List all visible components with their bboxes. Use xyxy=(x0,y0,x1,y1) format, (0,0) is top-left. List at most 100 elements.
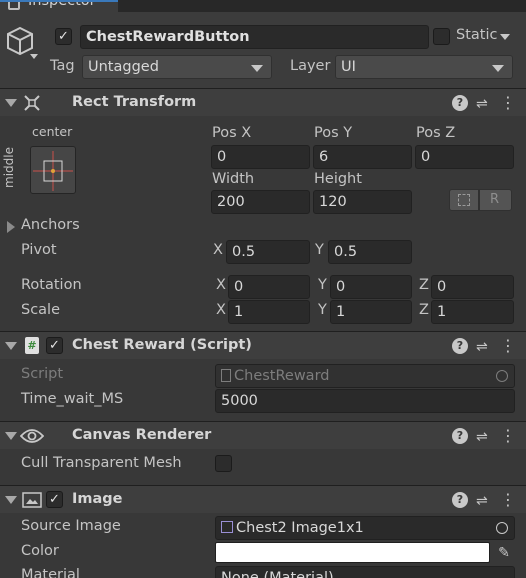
layer-chevron-down-icon xyxy=(492,65,504,72)
color-label: Color xyxy=(21,543,59,559)
rotation-x-input[interactable]: 0 xyxy=(228,275,310,299)
inspector-tab[interactable]: Inspector xyxy=(0,0,118,12)
pos-z-input[interactable]: 0 xyxy=(415,145,514,169)
chest-reward-foldout-icon[interactable] xyxy=(5,342,17,350)
chest-reward-header[interactable]: # ✓ Chest Reward (Script) ? ⇌ ⋮ xyxy=(0,331,526,359)
static-dropdown-arrow-icon[interactable] xyxy=(500,34,510,40)
anchors-foldout-icon[interactable] xyxy=(7,221,15,233)
pos-y-input[interactable]: 6 xyxy=(313,145,412,169)
scale-z-input[interactable]: 1 xyxy=(431,300,514,324)
more-menu-icon[interactable]: ⋮ xyxy=(500,95,516,111)
presets-icon[interactable]: ⇌ xyxy=(476,429,488,445)
script-label: Script xyxy=(21,366,64,382)
chest-reward-enabled-checkbox[interactable]: ✓ xyxy=(46,337,63,354)
more-menu-icon[interactable]: ⋮ xyxy=(500,492,516,508)
canvas-renderer-foldout-icon[interactable] xyxy=(5,432,17,440)
pivot-label: Pivot xyxy=(21,242,57,258)
inspector-icon xyxy=(8,2,20,10)
gameobject-cube-icon xyxy=(7,26,33,56)
chest-reward-header-icons: ? ⇌ ⋮ xyxy=(452,338,516,356)
script-file-icon xyxy=(221,369,231,382)
help-icon[interactable]: ? xyxy=(452,428,468,444)
blueprint-icon xyxy=(458,194,470,206)
script-value: ChestReward xyxy=(234,368,330,384)
material-label: Material xyxy=(21,567,80,578)
layer-label: Layer xyxy=(290,58,331,74)
image-title: Image xyxy=(72,491,123,507)
canvas-renderer-header[interactable]: Canvas Renderer ? ⇌ ⋮ xyxy=(0,421,526,449)
pos-x-label: Pos X xyxy=(212,125,252,141)
scale-label: Scale xyxy=(21,302,61,318)
scale-x-input[interactable]: 1 xyxy=(228,300,310,324)
pivot-y-input[interactable]: 0.5 xyxy=(328,240,412,264)
rotation-z-input[interactable]: 0 xyxy=(431,275,514,299)
help-icon[interactable]: ? xyxy=(452,492,468,508)
static-checkbox[interactable] xyxy=(433,28,450,45)
rotation-label: Rotation xyxy=(21,277,82,293)
anchor-horizontal-label: center xyxy=(32,124,73,139)
rotation-x-label: X xyxy=(216,277,226,293)
time-wait-input[interactable]: 5000 xyxy=(215,389,515,413)
pos-y-label: Pos Y xyxy=(314,125,353,141)
height-label: Height xyxy=(314,171,362,187)
help-icon[interactable]: ? xyxy=(452,338,468,354)
pivot-y-label: Y xyxy=(315,242,324,258)
inspector-tab-bar: Inspector xyxy=(0,0,526,12)
gameobject-name-input[interactable]: ChestRewardButton xyxy=(80,25,429,49)
blueprint-mode-button[interactable] xyxy=(449,189,479,211)
tag-dropdown[interactable]: Untagged xyxy=(82,55,272,79)
image-enabled-checkbox[interactable]: ✓ xyxy=(46,491,63,508)
width-label: Width xyxy=(212,171,255,187)
pos-z-label: Pos Z xyxy=(416,125,456,141)
raw-edit-label: R xyxy=(490,192,500,207)
script-object-field: ChestReward xyxy=(215,364,515,388)
pos-x-input[interactable]: 0 xyxy=(211,145,310,169)
canvas-renderer-title: Canvas Renderer xyxy=(72,427,212,443)
presets-icon[interactable]: ⇌ xyxy=(476,96,488,112)
more-menu-icon[interactable]: ⋮ xyxy=(500,428,516,444)
scale-x-label: X xyxy=(216,302,226,318)
cull-transparent-label: Cull Transparent Mesh xyxy=(21,455,182,471)
tag-value: Untagged xyxy=(88,59,159,75)
presets-icon[interactable]: ⇌ xyxy=(476,493,488,509)
layer-value: UI xyxy=(341,59,356,75)
sprite-icon xyxy=(221,521,233,533)
anchor-vertical-label: middle xyxy=(2,147,16,188)
layer-dropdown[interactable]: UI xyxy=(335,55,513,79)
anchors-label[interactable]: Anchors xyxy=(21,217,80,233)
width-input[interactable]: 200 xyxy=(211,190,310,214)
eye-icon xyxy=(20,429,44,443)
gameobject-active-checkbox[interactable]: ✓ xyxy=(55,28,72,45)
source-image-picker-icon[interactable] xyxy=(496,522,508,534)
pivot-x-input[interactable]: 0.5 xyxy=(226,240,310,264)
rect-transform-icon xyxy=(24,95,40,111)
material-field[interactable]: None (Material) xyxy=(215,566,515,578)
eyedropper-icon[interactable]: ✎ xyxy=(494,543,514,563)
source-image-field[interactable]: Chest2 Image1x1 xyxy=(215,516,515,540)
script-icon: # xyxy=(25,337,39,354)
icon-dropdown-arrow-icon[interactable] xyxy=(30,54,38,59)
more-menu-icon[interactable]: ⋮ xyxy=(500,338,516,354)
rotation-y-input[interactable]: 0 xyxy=(330,275,412,299)
help-icon[interactable]: ? xyxy=(452,95,468,111)
image-foldout-icon[interactable] xyxy=(5,496,17,504)
scale-z-label: Z xyxy=(419,302,429,318)
source-image-value: Chest2 Image1x1 xyxy=(236,520,364,536)
material-value: None (Material) xyxy=(221,570,334,578)
chest-reward-title: Chest Reward (Script) xyxy=(72,337,252,353)
rect-transform-header-icons: ? ⇌ ⋮ xyxy=(452,95,516,113)
rect-transform-header[interactable]: Rect Transform ? ⇌ ⋮ xyxy=(0,88,526,116)
anchor-presets-button[interactable] xyxy=(30,146,76,194)
rotation-y-label: Y xyxy=(318,277,327,293)
height-input[interactable]: 120 xyxy=(313,190,412,214)
image-component-icon xyxy=(22,492,42,508)
scale-y-input[interactable]: 1 xyxy=(330,300,412,324)
raw-edit-button[interactable]: R xyxy=(479,189,512,211)
script-picker-icon xyxy=(496,370,508,382)
color-swatch[interactable] xyxy=(215,542,490,563)
rect-transform-foldout-icon[interactable] xyxy=(5,99,17,107)
cull-transparent-checkbox[interactable] xyxy=(215,455,232,472)
image-header[interactable]: ✓ Image ? ⇌ ⋮ xyxy=(0,485,526,513)
presets-icon[interactable]: ⇌ xyxy=(476,339,488,355)
source-image-label: Source Image xyxy=(21,518,121,534)
